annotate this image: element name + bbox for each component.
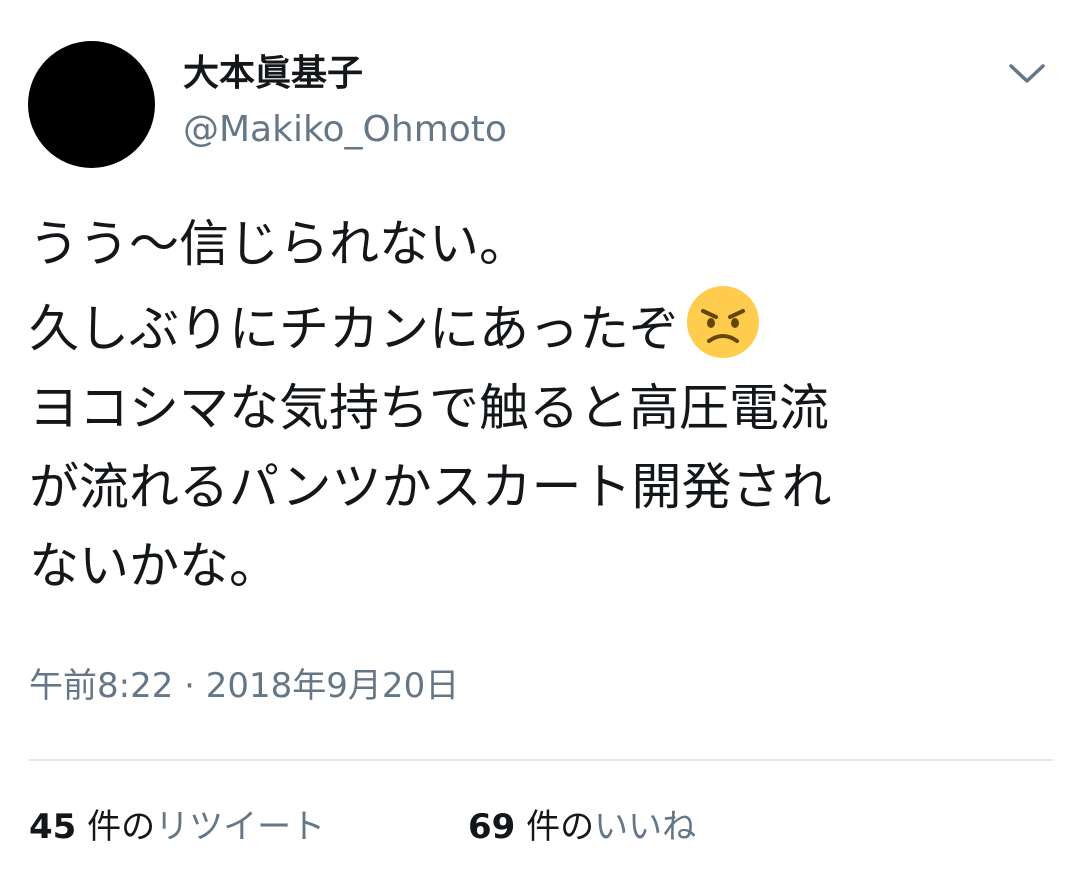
retweet-count-unit: 件の [87,807,156,847]
tweet-text-line: うう〜信じられない。 [29,215,529,273]
angry-face-emoji-icon [687,286,759,358]
like-count: 69 [468,807,516,847]
avatar[interactable] [28,41,155,168]
retweet-count-link[interactable]: 45 件のリツイート [29,803,325,851]
tweet-text-line: ないかな。 [29,537,279,595]
tweet-text-line: 久しぶりにチカンにあったぞ [29,300,679,358]
chevron-down-icon [1009,64,1045,83]
like-count-unit: 件の [526,807,595,847]
retweet-label: リツイート [155,807,326,847]
like-label: いいね [594,807,697,847]
tweet-text: うう〜信じられない。 久しぶりにチカンにあったぞ ヨコシマな気持ちで触ると高圧電… [29,205,1059,606]
tweet-timestamp[interactable]: 午前8:22 · 2018年9月20日 [29,662,459,710]
divider [29,759,1053,761]
tweet-text-line-with-emoji: 久しぶりにチカンにあったぞ [29,284,1059,369]
tweet-text-line: ヨコシマな気持ちで触ると高圧電流 [29,379,829,437]
like-count-link[interactable]: 69 件のいいね [468,803,696,851]
tweet-menu-button[interactable] [1001,52,1053,96]
author-display-name[interactable]: 大本眞基子 [183,50,363,98]
author-handle[interactable]: @Makiko_Ohmoto [183,106,507,154]
tweet-text-line: が流れるパンツかスカート開発され [29,458,832,516]
retweet-count: 45 [29,807,77,847]
